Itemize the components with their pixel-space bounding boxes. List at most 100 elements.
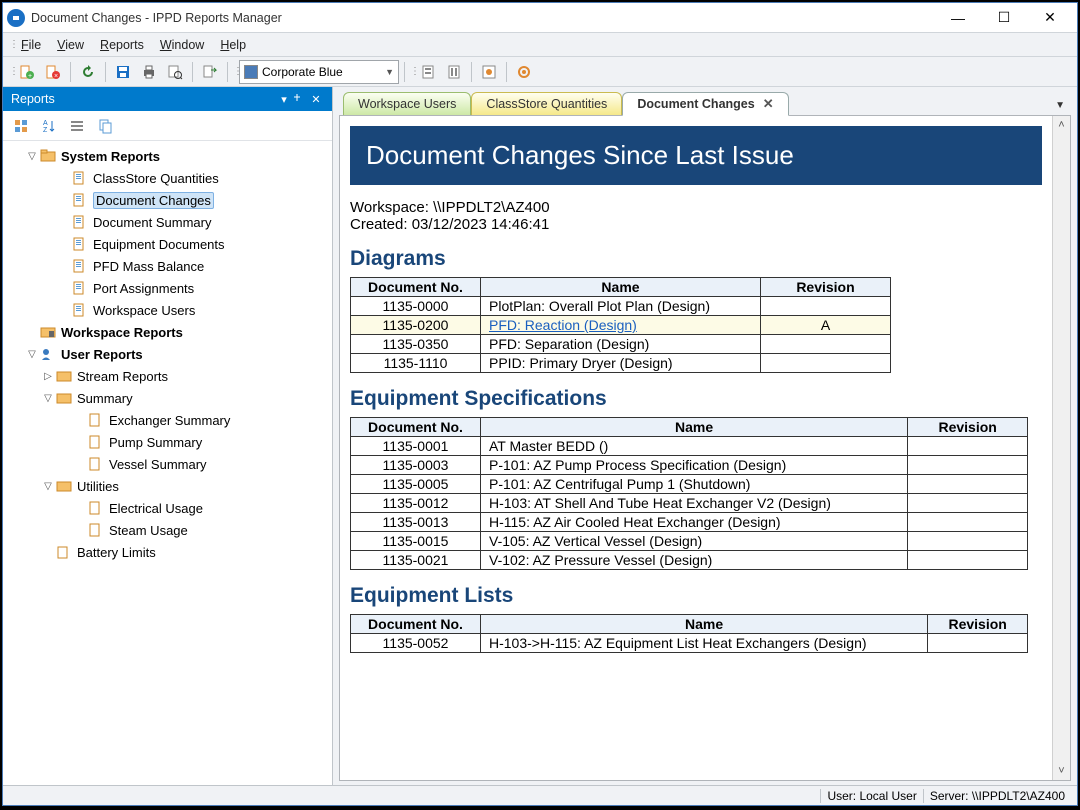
menu-view[interactable]: View (49, 36, 92, 54)
scroll-up-icon[interactable]: ˄ (1053, 116, 1070, 134)
tree-workspace-reports[interactable]: Workspace Reports (3, 321, 332, 343)
col-header: Name (481, 615, 928, 634)
col-header: Revision (908, 418, 1028, 437)
menu-help[interactable]: Help (212, 36, 254, 54)
save-icon[interactable] (111, 60, 135, 84)
design-page-icon[interactable] (416, 60, 440, 84)
scroll-down-icon[interactable]: ˅ (1053, 762, 1070, 780)
settings-icon[interactable] (512, 60, 536, 84)
menubar: ⋮ File View Reports Window Help (3, 33, 1077, 57)
design-layout-icon[interactable] (442, 60, 466, 84)
print-icon[interactable] (137, 60, 161, 84)
toolbar: ⋮ + × ⋮ Corporate Blue ▼ ⋮ (3, 57, 1077, 87)
cell-revision (908, 456, 1028, 475)
cell-docno: 1135-0012 (351, 494, 481, 513)
table-row: 1135-0000PlotPlan: Overall Plot Plan (De… (351, 297, 891, 316)
tree-item-classstore-quantities[interactable]: ClassStore Quantities (3, 167, 332, 189)
sort-az-icon[interactable]: AZ (37, 114, 61, 138)
close-button[interactable]: ✕ (1027, 4, 1073, 32)
panel-close-icon[interactable]: ✕ (308, 93, 324, 106)
report-icon (71, 302, 89, 318)
cell-docno: 1135-0200 (351, 316, 481, 335)
tree-item-vessel-summary[interactable]: Vessel Summary (3, 453, 332, 475)
panel-toolbar: AZ (3, 111, 332, 141)
tree-utilities[interactable]: ▽Utilities (3, 475, 332, 497)
table-row: 1135-0350PFD: Separation (Design) (351, 335, 891, 354)
report-icon (87, 500, 105, 516)
tree-item-workspace-users[interactable]: Workspace Users (3, 299, 332, 321)
tree-system-reports[interactable]: ▽System Reports (3, 145, 332, 167)
tree-item-exchanger-summary[interactable]: Exchanger Summary (3, 409, 332, 431)
cell-revision: A (761, 316, 891, 335)
report-icon (71, 192, 89, 208)
tree-item-pump-summary[interactable]: Pump Summary (3, 431, 332, 453)
cell-revision (908, 551, 1028, 570)
cell-docno: 1135-0001 (351, 437, 481, 456)
col-header: Revision (928, 615, 1028, 634)
panel-header: Reports ▾ ✕ (3, 87, 332, 111)
copy-report-icon[interactable] (93, 114, 117, 138)
table-row: 1135-0200 PFD: Reaction (Design) A (351, 316, 891, 335)
col-header: Revision (761, 278, 891, 297)
cell-revision (928, 634, 1028, 653)
cell-revision (908, 475, 1028, 494)
tree-item-document-summary[interactable]: Document Summary (3, 211, 332, 233)
maximize-button[interactable]: ☐ (981, 4, 1027, 32)
chevron-down-icon: ▼ (385, 67, 394, 77)
status-user-label: User: (827, 789, 856, 803)
tab-workspace-users[interactable]: Workspace Users (343, 92, 471, 116)
vertical-scrollbar[interactable]: ˄ ˅ (1052, 116, 1070, 780)
theme-dropdown[interactable]: Corporate Blue ▼ (239, 60, 399, 84)
report-icon (71, 258, 89, 274)
window-title: Document Changes - IPPD Reports Manager (31, 11, 935, 25)
report-icon (71, 170, 89, 186)
panel-options-icon[interactable]: ▾ (276, 93, 292, 106)
delete-report-icon[interactable]: × (41, 60, 65, 84)
tree-summary[interactable]: ▽Summary (3, 387, 332, 409)
reports-panel: Reports ▾ ✕ AZ ▽System Reports ClassStor… (3, 87, 333, 785)
table-row: 1135-1110PPID: Primary Dryer (Design) (351, 354, 891, 373)
doc-link[interactable]: PFD: Reaction (Design) (489, 317, 637, 333)
print-preview-icon[interactable] (163, 60, 187, 84)
export-icon[interactable] (198, 60, 222, 84)
new-report-icon[interactable]: + (15, 60, 39, 84)
cell-name: PFD: Separation (Design) (481, 335, 761, 354)
refresh-icon[interactable] (76, 60, 100, 84)
cell-docno: 1135-0350 (351, 335, 481, 354)
meta-workspace-label: Workspace: (350, 199, 429, 216)
tab-classstore-quantities[interactable]: ClassStore Quantities (471, 92, 622, 116)
main-area: Workspace Users ClassStore Quantities Do… (333, 87, 1077, 785)
cell-revision (761, 354, 891, 373)
cell-name: P-101: AZ Pump Process Specification (De… (481, 456, 908, 475)
tree-item-equipment-documents[interactable]: Equipment Documents (3, 233, 332, 255)
tree-battery-limits[interactable]: Battery Limits (3, 541, 332, 563)
tree-item-pfd-mass-balance[interactable]: PFD Mass Balance (3, 255, 332, 277)
tab-close-icon[interactable]: ✕ (763, 96, 774, 112)
view-tiles-icon[interactable] (9, 114, 33, 138)
menu-reports[interactable]: Reports (92, 36, 152, 54)
table-diagrams: Document No.NameRevision1135-0000PlotPla… (350, 277, 891, 373)
group-config-icon[interactable] (477, 60, 501, 84)
meta-created-label: Created: (350, 216, 408, 233)
view-list-icon[interactable] (65, 114, 89, 138)
cell-revision (908, 437, 1028, 456)
tab-document-changes[interactable]: Document Changes✕ (622, 92, 788, 116)
tree-item-document-changes[interactable]: Document Changes (3, 189, 332, 211)
tab-menu-icon[interactable]: ▼ (1051, 96, 1069, 115)
tree-item-port-assignments[interactable]: Port Assignments (3, 277, 332, 299)
reports-tree[interactable]: ▽System Reports ClassStore QuantitiesDoc… (3, 141, 332, 785)
cell-revision (908, 494, 1028, 513)
tree-stream-reports[interactable]: ▷Stream Reports (3, 365, 332, 387)
tree-item-steam-usage[interactable]: Steam Usage (3, 519, 332, 541)
cell-name: H-103->H-115: AZ Equipment List Heat Exc… (481, 634, 928, 653)
menu-file[interactable]: File (13, 36, 49, 54)
tree-user-reports[interactable]: ▽User Reports (3, 343, 332, 365)
table-row: 1135-0013H-115: AZ Air Cooled Heat Excha… (351, 513, 1028, 532)
meta-workspace-value: \\IPPDLT2\AZ400 (433, 199, 549, 216)
menu-window[interactable]: Window (152, 36, 212, 54)
minimize-button[interactable]: — (935, 4, 981, 32)
cell-revision (908, 513, 1028, 532)
table-row: 1135-0015V-105: AZ Vertical Vessel (Desi… (351, 532, 1028, 551)
tree-item-electrical-usage[interactable]: Electrical Usage (3, 497, 332, 519)
panel-pin-icon[interactable] (292, 94, 308, 104)
